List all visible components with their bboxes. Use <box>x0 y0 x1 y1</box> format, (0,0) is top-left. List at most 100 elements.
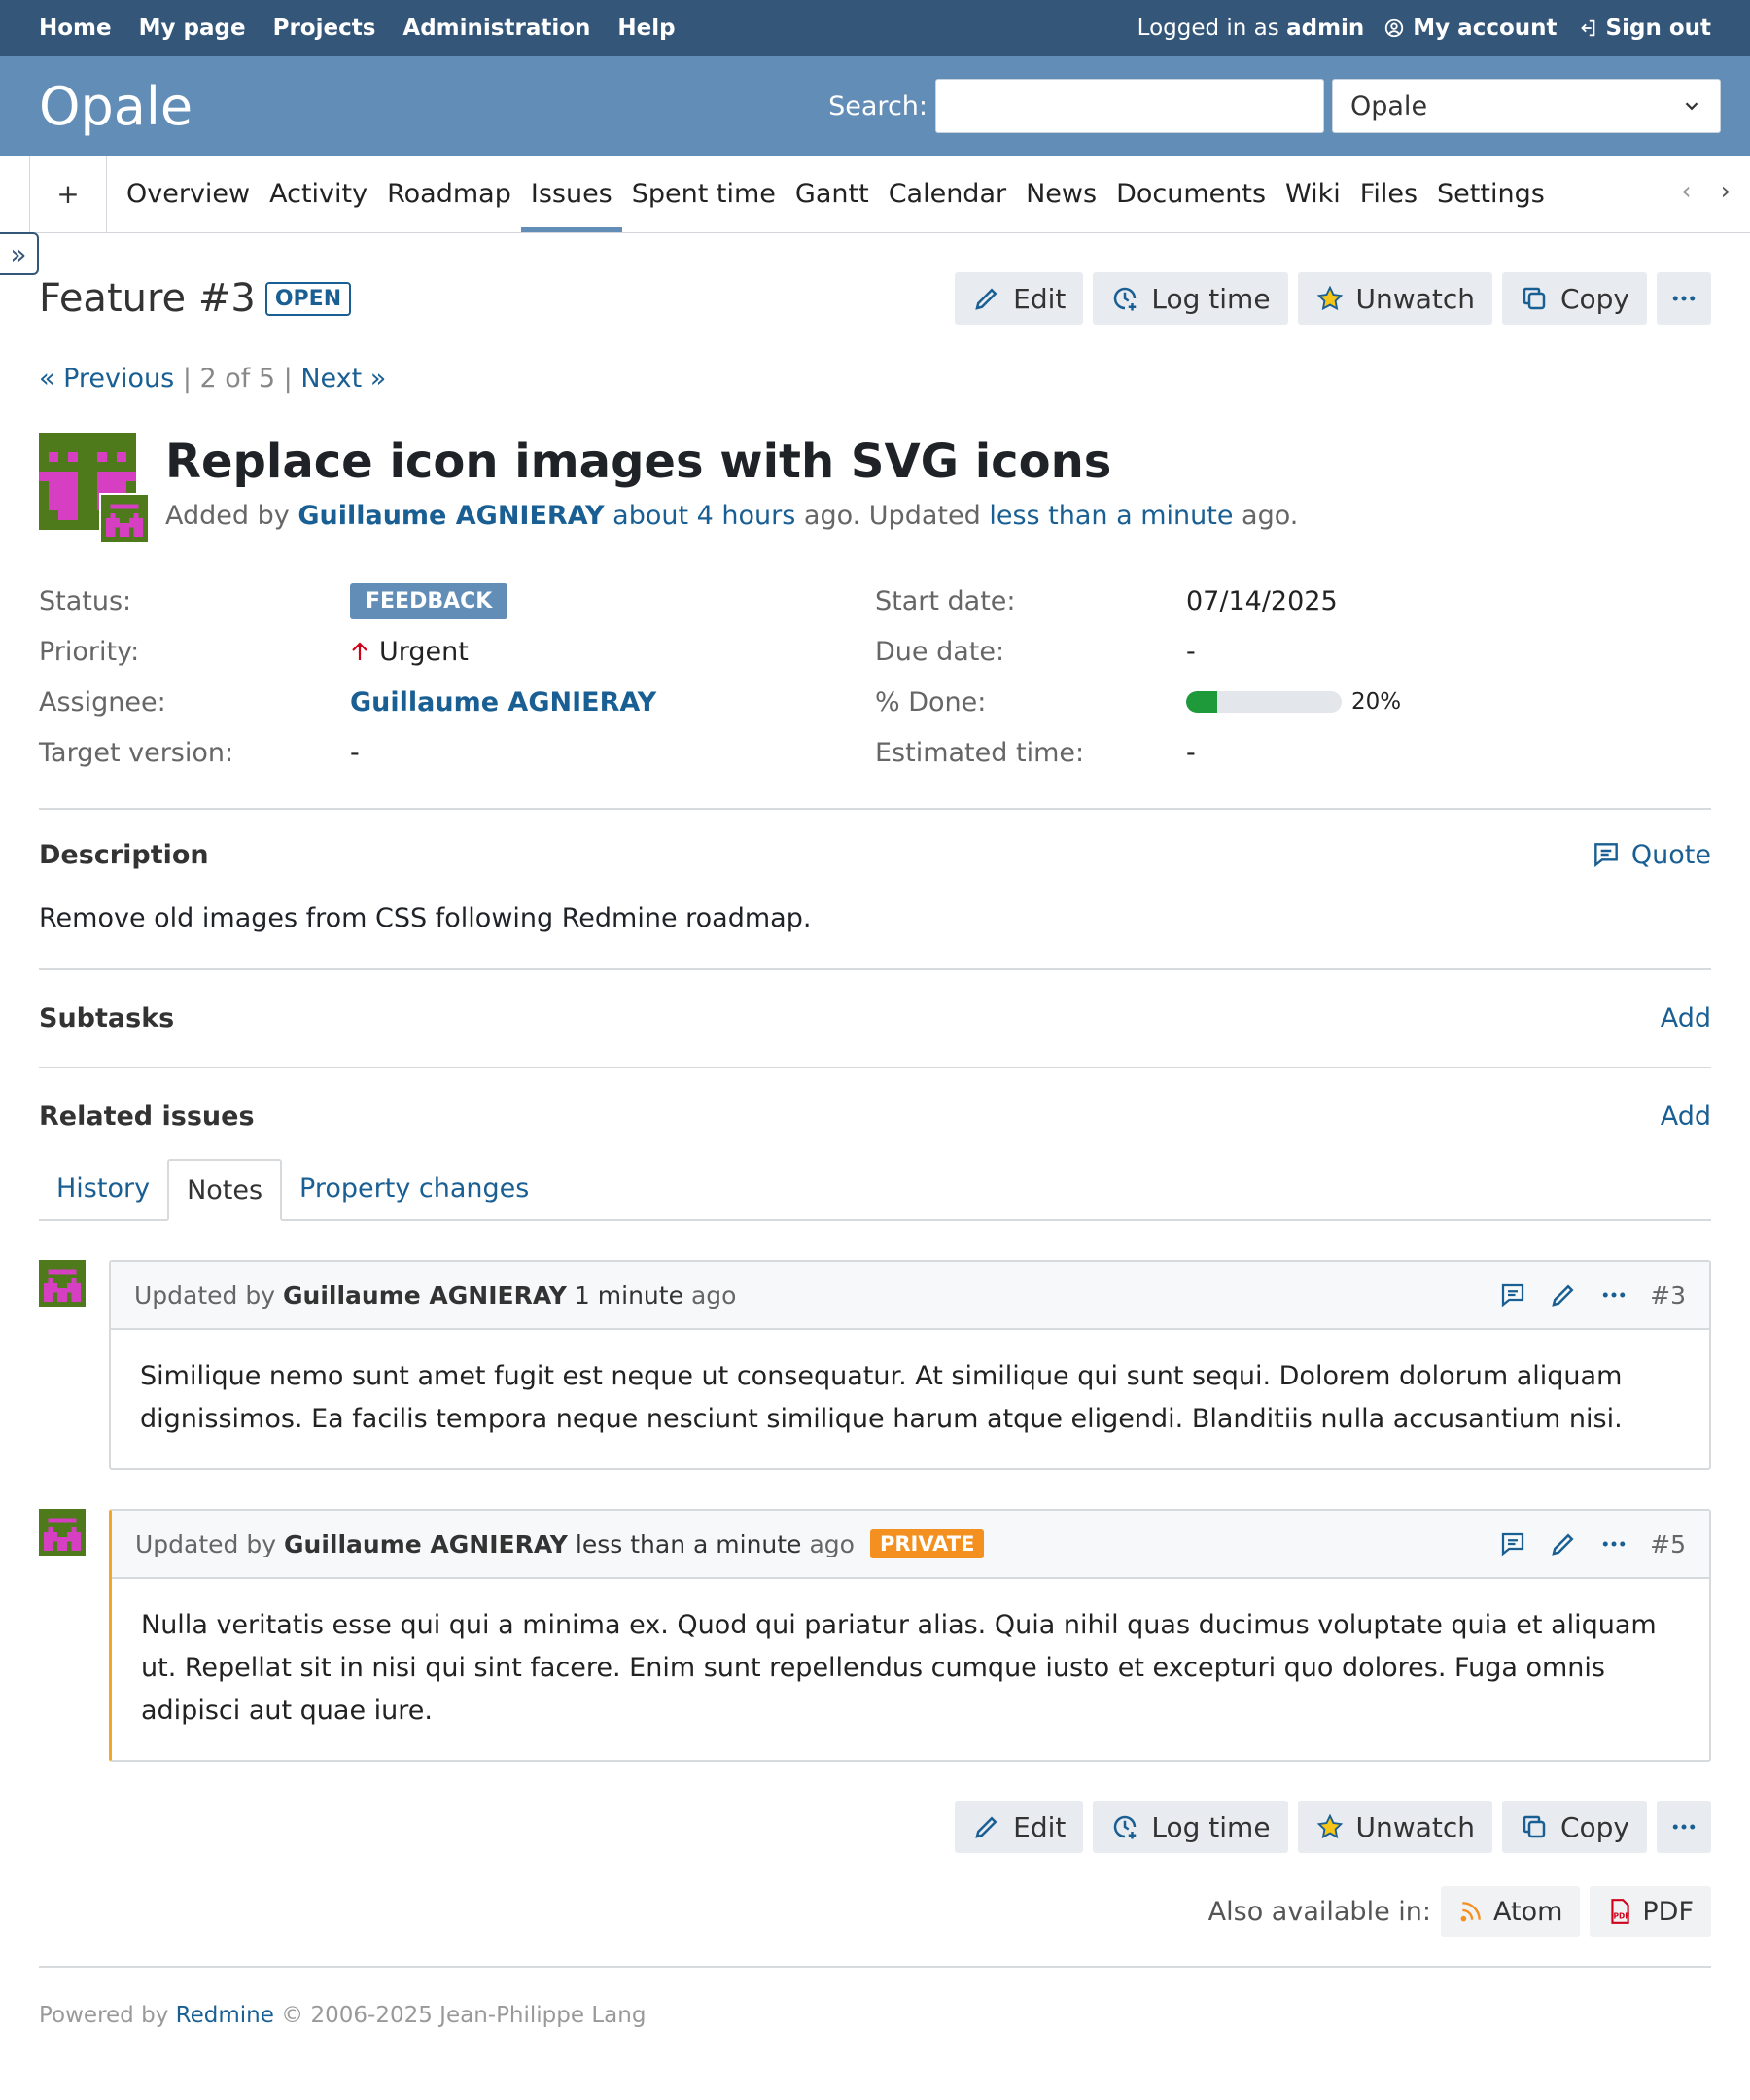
top-menu-administration[interactable]: Administration <box>402 16 590 41</box>
journal-avatar <box>39 1509 86 1556</box>
unwatch-button[interactable]: Unwatch <box>1297 1801 1492 1853</box>
tab-spent-time[interactable]: Spent time <box>622 156 786 232</box>
tab-history[interactable]: History <box>39 1157 167 1219</box>
divider <box>39 808 1711 810</box>
contextual-actions-bottom: Edit Log time Unwatch Copy <box>39 1801 1711 1853</box>
top-menu-help[interactable]: Help <box>617 16 675 41</box>
subject-and-author: Replace icon images with SVG icons Added… <box>165 433 1298 543</box>
pagination-separator: | <box>283 364 301 394</box>
journal-box: Updated by Guillaume AGNIERAY 1 minute a… <box>109 1260 1711 1470</box>
pencil-icon <box>975 288 998 310</box>
journal-actions: #5 <box>1498 1529 1686 1558</box>
history-tabs: History Notes Property changes <box>39 1159 1711 1221</box>
clock-plus-icon <box>1114 1815 1137 1839</box>
unwatch-button[interactable]: Unwatch <box>1297 272 1492 325</box>
quote-icon[interactable] <box>1498 1529 1527 1558</box>
journal-number-link[interactable]: #3 <box>1650 1281 1686 1310</box>
next-issue-link[interactable]: Next » <box>300 364 386 394</box>
chevron-right-icon[interactable]: › <box>1721 177 1731 206</box>
logged-in-label: Logged in as <box>1137 16 1279 41</box>
tab-roadmap[interactable]: Roadmap <box>377 156 521 232</box>
bottom-action-group: Edit Log time Unwatch Copy <box>955 1801 1711 1853</box>
top-menu-projects[interactable]: Projects <box>273 16 376 41</box>
tab-notes[interactable]: Notes <box>167 1159 283 1221</box>
project-jump-select[interactable]: Opale <box>1332 79 1721 133</box>
top-menu-my-page[interactable]: My page <box>139 16 246 41</box>
tab-property-changes[interactable]: Property changes <box>282 1157 546 1219</box>
sign-out-link[interactable]: Sign out <box>1577 16 1711 41</box>
atom-link[interactable]: Atom <box>1440 1886 1581 1937</box>
tab-scroll-arrows: ‹ › <box>1681 177 1731 206</box>
assignee-value: Guillaume AGNIERAY <box>350 683 875 720</box>
more-actions-button[interactable] <box>1657 272 1711 325</box>
ellipsis-icon[interactable] <box>1599 1280 1628 1310</box>
edit-label: Edit <box>1013 1810 1067 1843</box>
pdf-link[interactable]: PDF PDF <box>1590 1886 1711 1937</box>
tab-issues[interactable]: Issues <box>520 156 622 232</box>
estimated-time-label: Estimated time: <box>875 737 1085 768</box>
issue-id: Feature #3 <box>39 276 256 321</box>
previous-issue-link[interactable]: « Previous <box>39 364 174 394</box>
quote-label: Quote <box>1630 839 1711 870</box>
due-date-value: - <box>1186 636 1196 667</box>
sidebar-toggle-icon[interactable]: » <box>0 232 39 275</box>
subtasks-heading: Subtasks <box>39 1003 175 1033</box>
copy-label: Copy <box>1559 1810 1629 1843</box>
redmine-link[interactable]: Redmine <box>176 2003 274 2028</box>
journal-number-link[interactable]: #5 <box>1650 1530 1686 1558</box>
related-issues-heading: Related issues <box>39 1102 255 1132</box>
top-menu-home[interactable]: Home <box>39 16 112 41</box>
logged-in-user[interactable]: admin <box>1286 16 1364 41</box>
assignee-label: Assignee: <box>39 686 166 718</box>
quote-link[interactable]: Quote <box>1591 839 1711 870</box>
updated-label: ago. Updated <box>803 501 981 531</box>
created-time-link[interactable]: about 4 hours <box>612 501 795 531</box>
copy-button[interactable]: Copy <box>1501 272 1647 325</box>
quote-icon[interactable] <box>1498 1280 1527 1310</box>
author-link[interactable]: Guillaume AGNIERAY <box>298 501 604 531</box>
chevron-left-icon[interactable]: ‹ <box>1681 177 1691 206</box>
description-header: Description Quote <box>39 839 1711 870</box>
project-title[interactable]: Opale <box>39 76 192 137</box>
tab-activity[interactable]: Activity <box>260 156 377 232</box>
journal-time-link[interactable]: 1 minute <box>575 1281 683 1310</box>
priority-text: Urgent <box>379 636 469 667</box>
pencil-icon[interactable] <box>1549 1529 1578 1558</box>
tab-gantt[interactable]: Gantt <box>786 156 879 232</box>
my-account-link[interactable]: My account <box>1383 16 1558 41</box>
log-time-label: Log time <box>1151 1810 1271 1843</box>
journal-author-link[interactable]: Guillaume AGNIERAY <box>284 1530 568 1558</box>
tab-documents[interactable]: Documents <box>1106 156 1276 232</box>
journal-time-link[interactable]: less than a minute <box>576 1530 802 1558</box>
more-actions-button[interactable] <box>1657 1801 1711 1853</box>
add-subtask-link[interactable]: Add <box>1661 1003 1711 1033</box>
tab-calendar[interactable]: Calendar <box>879 156 1016 232</box>
star-icon <box>1316 1813 1343 1839</box>
formats-label: Also available in: <box>1208 1896 1431 1927</box>
journal-author-link[interactable]: Guillaume AGNIERAY <box>283 1281 567 1310</box>
issue-state-badge: OPEN <box>264 281 352 316</box>
tab-overview[interactable]: Overview <box>117 156 260 232</box>
status-badge: FEEDBACK <box>350 582 508 619</box>
pencil-icon[interactable] <box>1549 1280 1578 1310</box>
tab-settings[interactable]: Settings <box>1427 156 1555 232</box>
divider <box>39 968 1711 970</box>
search-input[interactable] <box>935 79 1324 133</box>
tab-news[interactable]: News <box>1016 156 1106 232</box>
start-date-label: Start date: <box>875 585 1016 616</box>
updated-time-link[interactable]: less than a minute <box>989 501 1233 531</box>
log-time-button[interactable]: Log time <box>1093 1801 1288 1853</box>
ellipsis-icon[interactable] <box>1599 1529 1628 1558</box>
edit-button[interactable]: Edit <box>955 1801 1084 1853</box>
atom-label: Atom <box>1492 1896 1563 1927</box>
target-version-value: - <box>350 737 360 768</box>
tab-files[interactable]: Files <box>1350 156 1427 232</box>
assignee-link[interactable]: Guillaume AGNIERAY <box>350 687 656 718</box>
copy-button[interactable]: Copy <box>1501 1801 1647 1853</box>
log-time-button[interactable]: Log time <box>1093 272 1288 325</box>
journal-actions: #3 <box>1498 1280 1686 1310</box>
add-related-issue-link[interactable]: Add <box>1661 1102 1711 1132</box>
tab-wiki[interactable]: Wiki <box>1276 156 1350 232</box>
edit-button[interactable]: Edit <box>955 272 1084 325</box>
new-object-button[interactable]: + <box>29 156 107 232</box>
